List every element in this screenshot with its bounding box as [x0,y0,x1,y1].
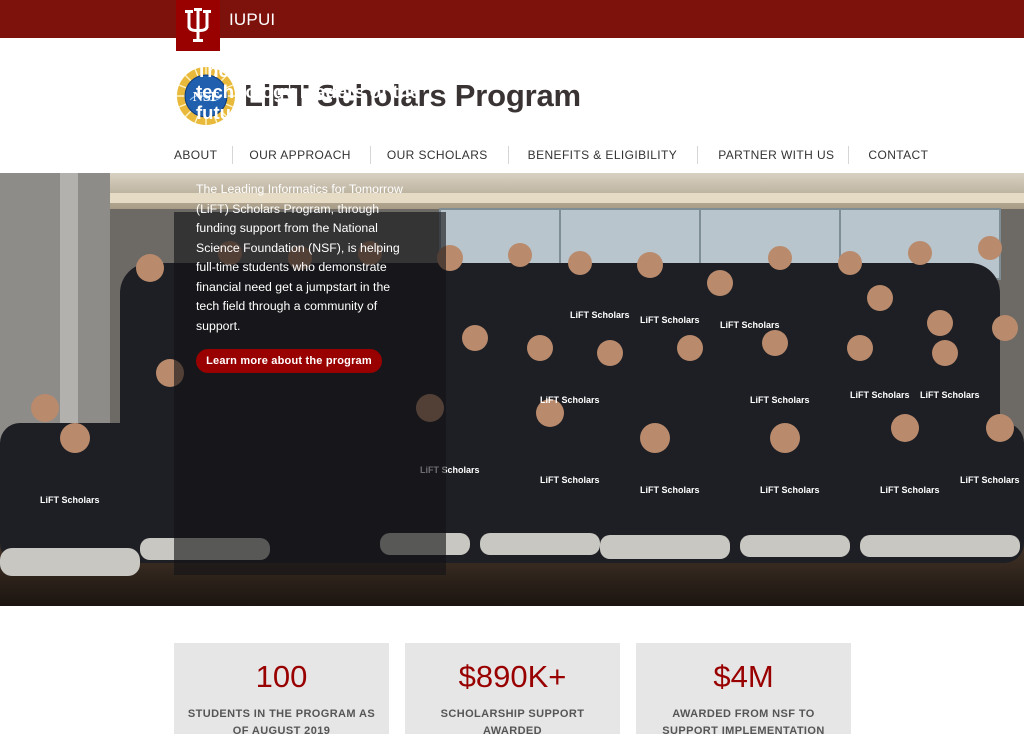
hero-description: The Leading Informatics for Tomorrow (Li… [196,182,403,333]
stat-value: 100 [255,659,308,694]
stat-card-nsf-award: $4M AWARDED FROM NSF TO SUPPORT IMPLEMEN… [636,643,851,737]
svg-text:LiFT Scholars: LiFT Scholars [640,485,700,495]
nav-divider [507,146,509,164]
stat-label: STUDENTS IN THE PROGRAM AS OF AUGUST 201… [187,708,376,737]
svg-text:LiFT Scholars: LiFT Scholars [40,495,100,505]
svg-text:LiFT Scholars: LiFT Scholars [540,475,600,485]
nav-divider [848,146,850,164]
top-bar [0,0,1024,38]
nav-divider [232,146,234,164]
stat-label: AWARDED FROM NSF TO SUPPORT IMPLEMENTATI… [662,708,825,737]
learn-more-button[interactable]: Learn more about the program [196,349,382,373]
stat-value: $4M [713,659,774,694]
hero-title: The information technology leaders of th… [196,60,429,144]
svg-text:LiFT Scholars: LiFT Scholars [850,390,910,400]
stat-label: SCHOLARSHIP SUPPORT AWARDED [440,708,585,737]
nav-benefits-eligibility[interactable]: BENEFITS & ELIGIBILITY [528,148,678,162]
svg-text:LiFT Scholars: LiFT Scholars [880,485,940,495]
nav-our-scholars[interactable]: OUR SCHOLARS [387,148,488,162]
nav-divider [369,146,371,164]
iu-trident-icon[interactable] [176,0,220,51]
svg-text:LiFT Scholars: LiFT Scholars [760,485,820,495]
main-navigation: ABOUT OUR APPROACH OUR SCHOLARS BENEFITS… [174,144,928,166]
hero-section: LiFT Scholars LiFT Scholars LiFT Scholar… [0,173,1024,606]
stat-card-scholarship: $890K+ SCHOLARSHIP SUPPORT AWARDED [405,643,620,737]
nav-partner-with-us[interactable]: PARTNER WITH US [718,148,834,162]
svg-text:LiFT Scholars: LiFT Scholars [570,310,630,320]
svg-text:LiFT Scholars: LiFT Scholars [640,315,700,325]
nav-about[interactable]: ABOUT [174,148,217,162]
nav-divider [697,146,699,164]
nav-contact[interactable]: CONTACT [868,148,928,162]
institution-link[interactable]: IUPUI [229,10,275,30]
svg-text:LiFT Scholars: LiFT Scholars [920,390,980,400]
svg-text:LiFT Scholars: LiFT Scholars [720,320,780,330]
nav-our-approach[interactable]: OUR APPROACH [249,148,351,162]
stat-card-students: 100 STUDENTS IN THE PROGRAM AS OF AUGUST… [174,643,389,737]
svg-text:LiFT Scholars: LiFT Scholars [960,475,1020,485]
group-photo: LiFT Scholars LiFT Scholars LiFT Scholar… [0,173,1024,606]
svg-text:LiFT Scholars: LiFT Scholars [540,395,600,405]
stat-value: $890K+ [458,659,567,694]
svg-text:LiFT Scholars: LiFT Scholars [750,395,810,405]
